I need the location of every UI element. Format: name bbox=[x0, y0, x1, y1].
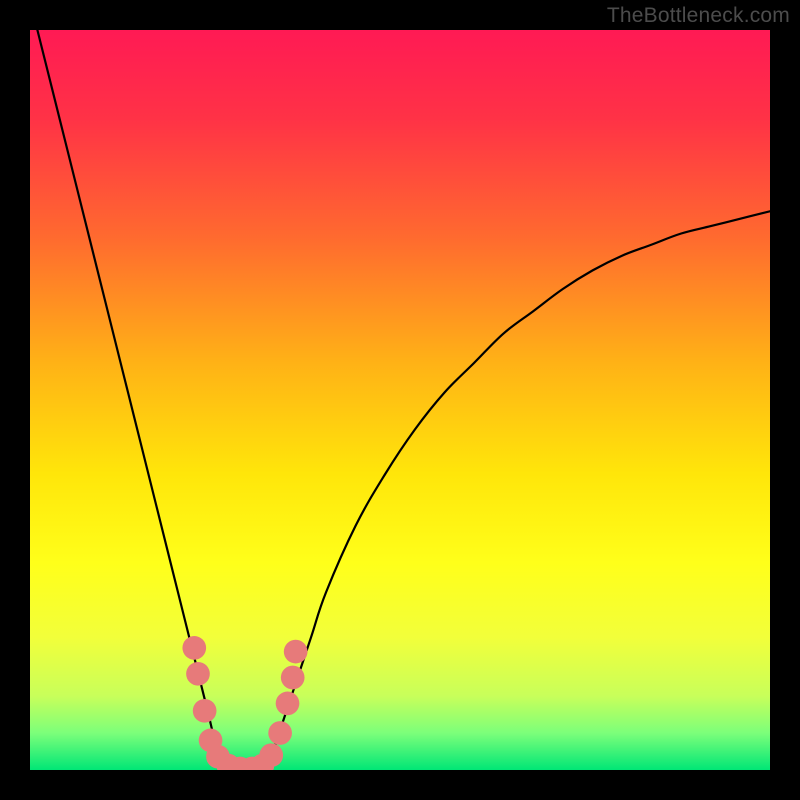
chart-root: TheBottleneck.com bbox=[0, 0, 800, 800]
highlight-marker bbox=[268, 721, 292, 745]
highlight-marker bbox=[284, 640, 308, 664]
highlight-marker bbox=[281, 666, 305, 690]
highlight-marker bbox=[186, 662, 210, 686]
highlight-marker bbox=[259, 743, 283, 767]
curve-layer bbox=[30, 30, 770, 770]
watermark-text: TheBottleneck.com bbox=[607, 4, 790, 28]
highlight-marker bbox=[276, 692, 300, 716]
plot-area bbox=[30, 30, 770, 770]
highlight-marker bbox=[193, 699, 217, 723]
highlight-markers bbox=[182, 636, 307, 770]
bottleneck-curve bbox=[30, 30, 770, 770]
highlight-marker bbox=[182, 636, 206, 660]
